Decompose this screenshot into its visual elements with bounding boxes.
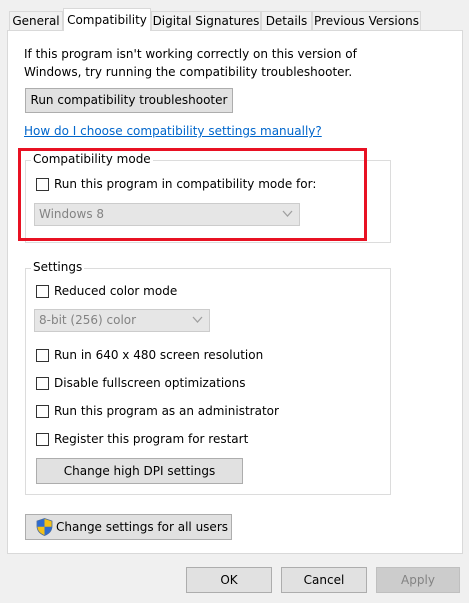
highlight-box <box>18 148 367 241</box>
tab-details[interactable]: Details <box>261 11 312 30</box>
settings-legend: Settings <box>31 260 85 274</box>
register-restart-label: Register this program for restart <box>54 432 249 446</box>
color-depth-value: 8-bit (256) color <box>39 313 137 327</box>
help-link[interactable]: How do I choose compatibility settings m… <box>24 124 322 138</box>
intro-line-1: If this program isn't working correctly … <box>24 47 357 61</box>
res-640-label: Run in 640 x 480 screen resolution <box>54 348 264 362</box>
tab-general[interactable]: General <box>9 11 63 30</box>
fullscreen-optimizations-label: Disable fullscreen optimizations <box>54 376 246 390</box>
fullscreen-optimizations-checkbox[interactable] <box>36 377 49 390</box>
tab-digital-signatures[interactable]: Digital Signatures <box>151 11 261 30</box>
chevron-down-icon <box>192 316 203 323</box>
change-all-users-label: Change settings for all users <box>56 520 229 534</box>
apply-button[interactable]: Apply <box>376 567 460 593</box>
ok-button[interactable]: OK <box>186 567 272 593</box>
cancel-button[interactable]: Cancel <box>281 567 367 593</box>
tab-label: General <box>12 14 60 28</box>
run-troubleshooter-button[interactable]: Run compatibility troubleshooter <box>25 88 233 113</box>
tab-label: Details <box>265 14 308 28</box>
color-depth-dropdown: 8-bit (256) color <box>34 309 210 332</box>
tab-label: Previous Versions <box>314 14 419 28</box>
run-as-admin-checkbox[interactable] <box>36 405 49 418</box>
tab-compatibility[interactable]: Compatibility <box>63 8 151 31</box>
change-all-users-button[interactable]: Change settings for all users <box>25 514 232 540</box>
intro-line-2: Windows, try running the compatibility t… <box>24 65 353 79</box>
reduced-color-checkbox[interactable] <box>36 285 49 298</box>
register-restart-checkbox[interactable] <box>36 433 49 446</box>
reduced-color-label: Reduced color mode <box>54 284 178 298</box>
run-as-admin-label: Run this program as an administrator <box>54 404 279 418</box>
uac-shield-icon <box>36 518 53 536</box>
change-dpi-button[interactable]: Change high DPI settings <box>36 458 243 484</box>
tab-label: Compatibility <box>67 13 147 27</box>
tab-label: Digital Signatures <box>152 14 260 28</box>
compatibility-panel: If this program isn't working correctly … <box>7 30 463 554</box>
res-640-checkbox[interactable] <box>36 349 49 362</box>
tab-previous-versions[interactable]: Previous Versions <box>312 11 421 30</box>
